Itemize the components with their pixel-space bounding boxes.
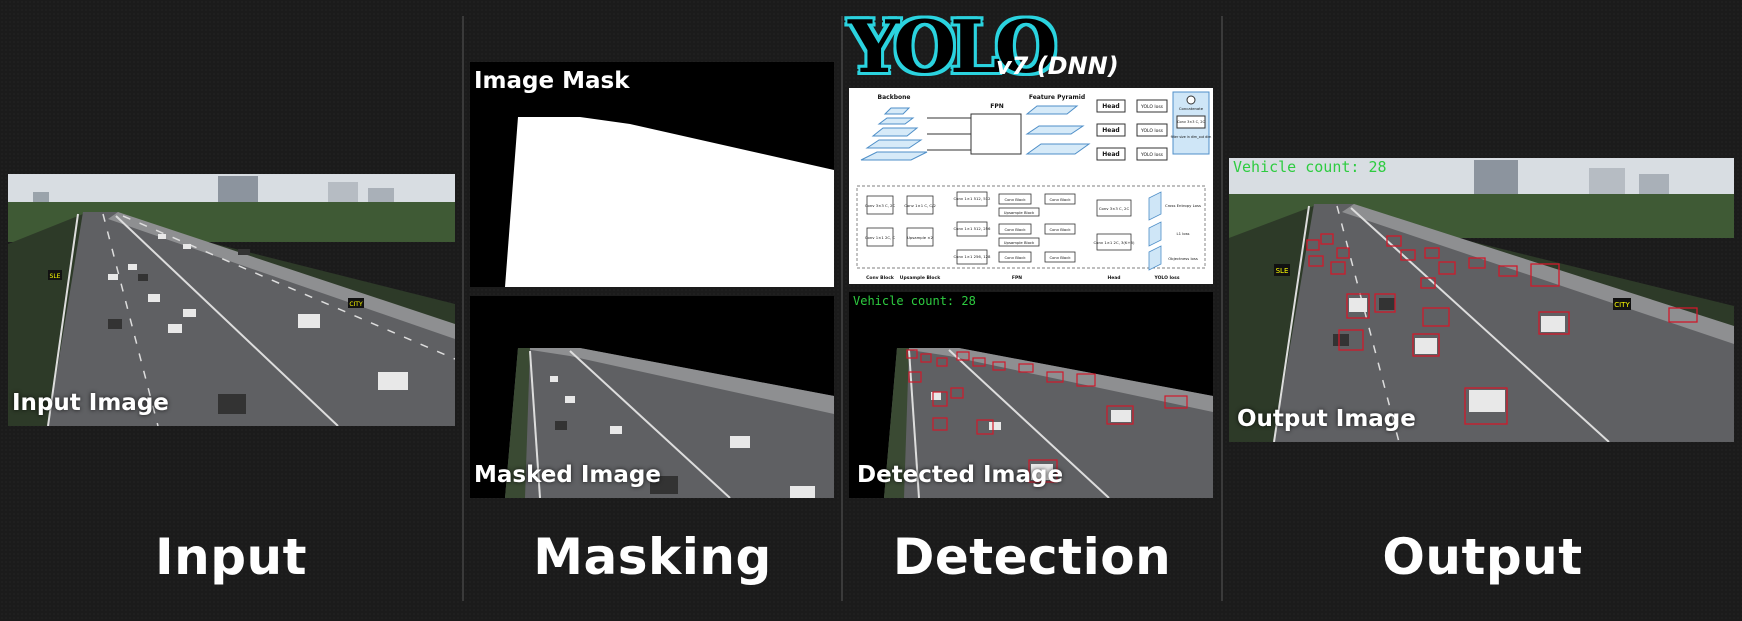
road-sign: CITY: [349, 301, 363, 308]
image-mask-panel: Image Mask: [470, 62, 834, 287]
arch-section-label: Backbone: [878, 94, 911, 101]
image-mask-label: Image Mask: [474, 68, 630, 94]
side-block: Conv 1×1 C, C/2: [904, 203, 936, 208]
legend-item: Conv 3×3 C, 2C: [1177, 120, 1205, 124]
yolo-version: v7 (DNN): [996, 52, 1119, 80]
fpn-block: Conv 1×1 512, 256: [954, 226, 992, 231]
loss-block: L1 loss: [1176, 231, 1189, 236]
bottom-label: YOLO loss: [1153, 275, 1179, 281]
road-sign: SLE: [50, 273, 61, 280]
loss-label: YOLO loss: [1140, 128, 1164, 134]
fpn-block: Upsample Block: [1004, 240, 1035, 245]
mask-shape: [505, 117, 834, 287]
fpn-block: Conv Block: [1004, 227, 1026, 232]
vehicle-count: Vehicle count: 28: [1233, 158, 1387, 176]
loss-label: YOLO loss: [1140, 104, 1164, 110]
fpn-block: Upsample Block: [1004, 210, 1035, 215]
head-block: Conv 3×3 C, 2C: [1099, 206, 1130, 211]
stage-label-input: Input: [155, 528, 307, 586]
head-label: Head: [1102, 103, 1119, 110]
stage-label-masking: Masking: [533, 528, 772, 586]
input-image-panel: SLE CITY Input Image: [8, 174, 455, 426]
side-block: Conv 1×1 2C, C: [865, 235, 896, 240]
yolo-title: YOLO v7 (DNN): [848, 4, 1218, 94]
head-label: Head: [1102, 151, 1119, 158]
bottom-label: Upsample Block: [900, 275, 941, 281]
head-label: Head: [1102, 127, 1119, 134]
bottom-label: Head: [1107, 275, 1120, 281]
output-scene: SLE CITY: [1229, 158, 1734, 442]
highway-scene: SLE CITY: [8, 174, 455, 426]
side-block: Conv 3×3 C, 2C: [865, 203, 896, 208]
bottom-label: FPN: [1012, 275, 1022, 281]
side-block: Upsample ×2: [907, 235, 933, 240]
bottom-label: Conv Block: [866, 275, 895, 281]
stage-label-detection: Detection: [892, 528, 1172, 586]
vehicle-count: Vehicle count: 28: [853, 294, 976, 308]
fpn-block: Conv Block: [1004, 255, 1026, 260]
stage-divider: [462, 16, 464, 601]
input-image-label: Input Image: [12, 390, 169, 416]
fpn-block: Conv Block: [1049, 227, 1071, 232]
loss-block: Cross Entropy Loss: [1165, 203, 1201, 208]
stage-label-output: Output: [1382, 528, 1583, 586]
arch-section-label: FPN: [990, 103, 1004, 110]
detected-image-label: Detected Image: [857, 462, 1064, 488]
loss-block: Objectness loss: [1168, 256, 1198, 261]
fpn-block: Conv Block: [1004, 197, 1026, 202]
output-image-panel: SLE CITY Vehicle count: 28 Output Image: [1229, 158, 1734, 442]
loss-label: YOLO loss: [1140, 152, 1164, 158]
fpn-block: Conv Block: [1049, 255, 1071, 260]
architecture-diagram: Backbone FPN Feature Pyramid Head Head H…: [849, 88, 1213, 284]
fpn-block: Conv 1×1 256, 128: [954, 254, 992, 259]
fpn-block: Conv Block: [1049, 197, 1071, 202]
head-block: Conv 1×1 2C, 3(K+5): [1093, 240, 1135, 245]
masked-image-label: Masked Image: [474, 462, 661, 488]
fpn-block: Conv 1×1 512, 512: [954, 196, 992, 201]
road-sign: SLE: [1276, 267, 1289, 275]
road-sign: CITY: [1614, 301, 1630, 309]
stage-divider: [1221, 16, 1223, 601]
output-image-label: Output Image: [1237, 406, 1416, 432]
masked-image-panel: Masked Image: [470, 296, 834, 498]
legend-item: filter size in dim_out dim: [1171, 135, 1212, 139]
legend-item: Concatenate: [1179, 106, 1204, 111]
arch-section-label: Feature Pyramid: [1029, 94, 1085, 101]
stage-divider: [841, 16, 843, 601]
detected-image-panel: Vehicle count: 28 Detected Image: [849, 292, 1213, 498]
